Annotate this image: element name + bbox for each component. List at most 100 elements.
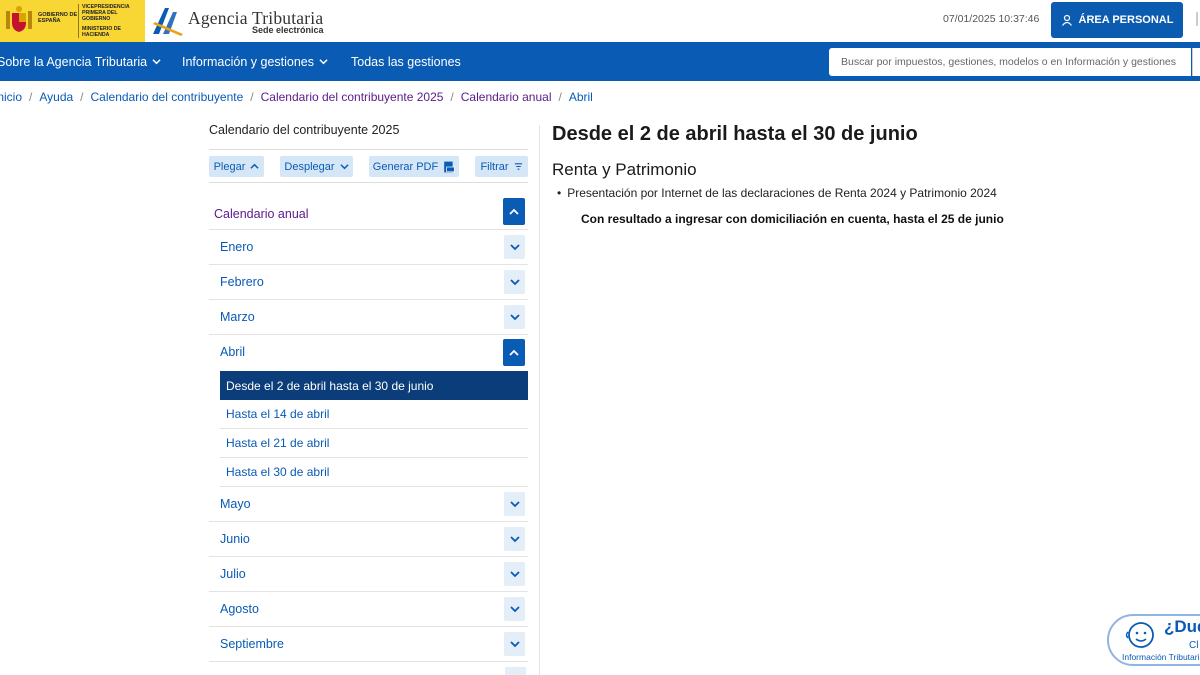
sidebar-item-marzo[interactable]: Marzo	[209, 300, 528, 335]
breadcrumb-calendario-anual[interactable]: Calendario anual	[461, 90, 552, 104]
generar-pdf-label: Generar PDF	[372, 160, 439, 173]
nav-item-informacion[interactable]: Información y gestiones	[182, 42, 328, 81]
expand-button-partial[interactable]	[505, 667, 526, 675]
gov-text-vice: VICEPRESIDENCIA PRIMERA DEL GOBIERNO	[82, 4, 130, 22]
help-info-label: Información Tributaria	[1122, 652, 1200, 662]
sidebar-item-label: Septiembre	[220, 637, 284, 651]
nav-item-label: Todas las gestiones	[351, 54, 461, 69]
expand-button[interactable]	[504, 305, 525, 329]
chevron-down-icon	[319, 59, 328, 65]
sidebar-item-label: Agosto	[220, 602, 259, 616]
chevron-down-icon	[509, 244, 520, 251]
sidebar-title: Calendario del contribuyente 2025	[209, 123, 400, 137]
assistant-face-icon	[1125, 622, 1154, 648]
breadcrumb-separator: /	[250, 90, 254, 104]
sidebar-item-febrero[interactable]: Febrero	[209, 265, 528, 300]
expand-button[interactable]	[504, 235, 525, 259]
sidebar-item-label: Julio	[220, 567, 246, 581]
area-personal-button[interactable]: ÁREA PERSONAL	[1051, 2, 1183, 38]
sidebar-item-label: Marzo	[220, 310, 255, 324]
breadcrumb-calendario[interactable]: Calendario del contribuyente	[91, 90, 244, 104]
sub-item-desde-2-abril[interactable]: Desde el 2 de abril hasta el 30 de junio	[220, 371, 528, 400]
search-button[interactable]	[1192, 48, 1200, 76]
list-item: • Presentación por Internet de las decla…	[557, 186, 997, 200]
plegar-button[interactable]: Plegar	[209, 156, 264, 177]
bullet-icon: •	[557, 186, 562, 200]
government-logo[interactable]: GOBIERNO DE ESPAÑA VICEPRESIDENCIA PRIME…	[0, 0, 145, 42]
sidebar-item-label: Calendario anual	[214, 207, 309, 221]
breadcrumb-abril[interactable]: Abril	[569, 90, 593, 104]
sidebar-item-agosto[interactable]: Agosto	[209, 592, 528, 627]
sidebar-item-septiembre[interactable]: Septiembre	[209, 627, 528, 662]
nav-item-sobre[interactable]: Sobre la Agencia Tributaria	[0, 42, 161, 81]
chevron-down-icon	[509, 536, 520, 543]
agency-subtitle: Sede electrónica	[252, 25, 324, 35]
list-item-text: Presentación por Internet de las declara…	[567, 186, 997, 200]
sub-item-hasta-30-abril[interactable]: Hasta el 30 de abril	[220, 458, 528, 487]
filtrar-label: Filtrar	[480, 160, 509, 173]
sidebar-item-julio[interactable]: Julio	[209, 557, 528, 592]
desplegar-label: Desplegar	[284, 160, 335, 173]
collapse-button[interactable]	[503, 339, 525, 366]
filtrar-button[interactable]: Filtrar	[475, 156, 528, 177]
breadcrumb-separator: /	[80, 90, 84, 104]
chevron-down-icon	[509, 571, 520, 578]
help-question: ¿Dud	[1164, 617, 1200, 636]
breadcrumb-calendario-2025[interactable]: Calendario del contribuyente 2025	[261, 90, 444, 104]
breadcrumb-ayuda[interactable]: Ayuda	[39, 90, 73, 104]
page-title: Desde el 2 de abril hasta el 30 de junio	[552, 123, 918, 145]
search-input[interactable]	[829, 48, 1191, 76]
user-icon	[1061, 14, 1072, 26]
sub-item-hasta-14-abril[interactable]: Hasta el 14 de abril	[220, 400, 528, 429]
section-heading: Renta y Patrimonio	[552, 160, 697, 179]
chevron-down-icon	[152, 59, 161, 65]
sidebar-item-mayo[interactable]: Mayo	[209, 487, 528, 522]
sidebar-item-label: Junio	[220, 532, 250, 546]
main-navigation: Sobre la Agencia Tributaria Información …	[0, 42, 1200, 81]
site-header: GOBIERNO DE ESPAÑA VICEPRESIDENCIA PRIME…	[0, 0, 1200, 42]
divider	[209, 182, 528, 183]
column-divider	[539, 125, 540, 675]
pdf-icon	[444, 161, 455, 172]
chevron-down-icon	[509, 314, 520, 321]
chevron-up-icon	[250, 163, 259, 169]
filter-icon	[514, 163, 522, 170]
breadcrumb-separator: /	[450, 90, 454, 104]
nav-item-todas[interactable]: Todas las gestiones	[351, 42, 461, 81]
desplegar-button[interactable]: Desplegar	[280, 156, 353, 177]
expand-button[interactable]	[504, 632, 525, 656]
sidebar-item-calendario-anual[interactable]: Calendario anual	[209, 195, 528, 230]
breadcrumb-separator: /	[29, 90, 33, 104]
expand-button[interactable]	[504, 597, 525, 621]
plegar-label: Plegar	[213, 160, 246, 173]
gov-divider	[78, 4, 79, 38]
expand-button[interactable]	[504, 492, 525, 516]
chevron-down-icon	[509, 606, 520, 613]
agency-logo-icon[interactable]	[151, 4, 185, 36]
nav-item-label: Sobre la Agencia Tributaria	[0, 54, 148, 69]
breadcrumb: Inicio / Ayuda / Calendario del contribu…	[0, 89, 593, 105]
collapse-button[interactable]	[503, 198, 525, 225]
nav-item-label: Información y gestiones	[182, 54, 315, 69]
sidebar-item-enero[interactable]: Enero	[209, 230, 528, 265]
expand-button[interactable]	[504, 527, 525, 551]
sidebar-item-label: Febrero	[220, 275, 264, 289]
divider	[209, 149, 528, 150]
header-edge-element	[1196, 12, 1198, 26]
chevron-down-icon	[509, 641, 520, 648]
breadcrumb-separator: /	[558, 90, 562, 104]
sidebar-item-label: Enero	[220, 240, 254, 254]
chevron-up-icon	[509, 208, 519, 215]
breadcrumb-inicio[interactable]: Inicio	[0, 90, 22, 104]
chevron-down-icon	[339, 164, 349, 170]
sub-item-hasta-21-abril[interactable]: Hasta el 21 de abril	[220, 429, 528, 458]
expand-button[interactable]	[504, 562, 525, 586]
help-click-text: Cl	[1189, 640, 1199, 651]
sidebar-item-abril[interactable]: Abril	[209, 335, 528, 370]
sidebar-item-junio[interactable]: Junio	[209, 522, 528, 557]
help-widget[interactable]: ¿Dud Cl Información Tributaria	[1107, 614, 1200, 666]
generar-pdf-button[interactable]: Generar PDF	[369, 156, 459, 177]
gov-text-ministry: MINISTERIO DE HACIENDA	[82, 26, 121, 38]
expand-button[interactable]	[504, 270, 525, 294]
gov-text-main: GOBIERNO DE ESPAÑA	[38, 12, 78, 24]
